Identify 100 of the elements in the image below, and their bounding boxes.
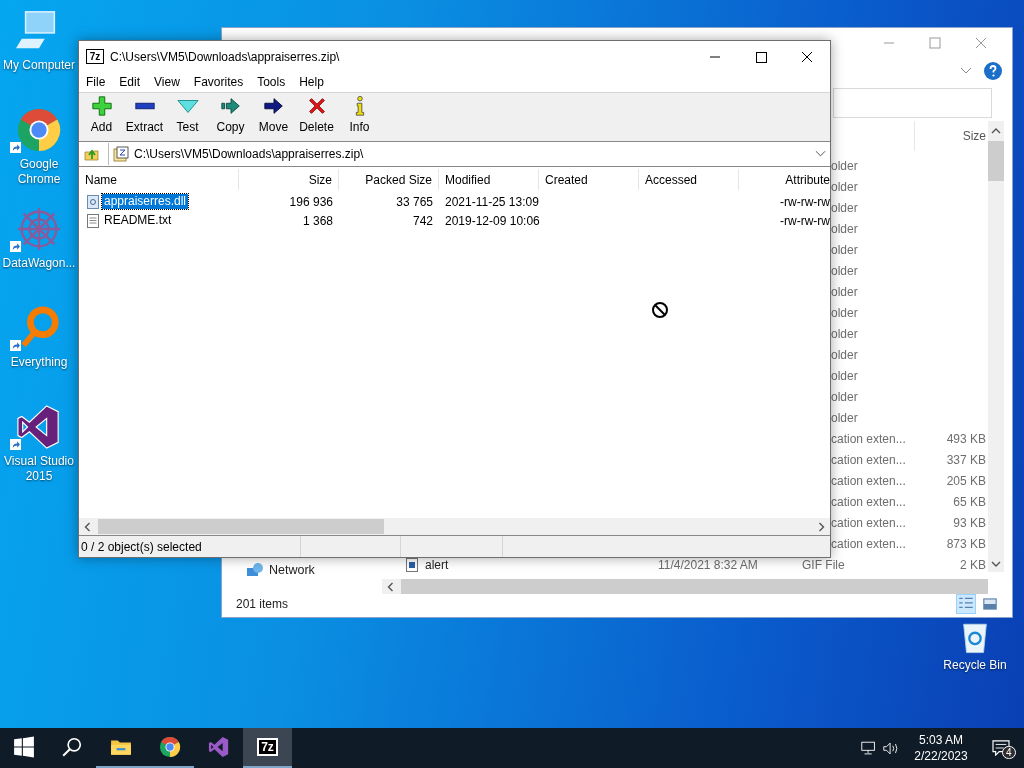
type-cell: GIF File xyxy=(802,557,845,572)
size-cell: 205 KB xyxy=(946,473,986,488)
scrollbar-thumb[interactable] xyxy=(98,519,384,534)
file-name[interactable]: README.txt xyxy=(102,213,174,228)
type-cell: older xyxy=(831,263,858,278)
file-name[interactable]: appraiserres.dll xyxy=(102,194,189,209)
dropdown-icon[interactable] xyxy=(815,150,826,158)
scroll-left-icon[interactable] xyxy=(83,521,92,532)
windows-logo-icon xyxy=(13,736,35,758)
size-cell: 2 KB xyxy=(960,557,986,572)
notification-count: 4 xyxy=(1002,746,1016,759)
taskbar-app[interactable]: 7z xyxy=(243,728,292,768)
add-button[interactable]: Add xyxy=(80,93,123,141)
copy-button[interactable]: Copy xyxy=(209,93,252,141)
menu-item[interactable]: Edit xyxy=(119,73,141,91)
volume-icon[interactable] xyxy=(882,740,900,756)
type-cell: older xyxy=(831,410,858,425)
type-cell: cation exten... xyxy=(831,494,906,509)
help-icon[interactable] xyxy=(984,62,1002,80)
type-cell: older xyxy=(831,368,858,383)
scroll-left-icon[interactable] xyxy=(386,581,395,592)
table-cell: -rw-rw-rw xyxy=(780,194,830,209)
plus-icon xyxy=(90,95,113,117)
type-cell: older xyxy=(831,284,858,299)
menu-item[interactable]: Favorites xyxy=(193,73,244,91)
size-cell: 93 KB xyxy=(953,515,986,530)
type-cell: cation exten... xyxy=(831,473,906,488)
size-cell: 337 KB xyxy=(946,452,986,467)
details-view-icon[interactable] xyxy=(956,594,976,614)
file-name[interactable]: alert xyxy=(425,557,449,572)
column-header[interactable]: Attribute xyxy=(739,169,830,190)
type-cell: older xyxy=(831,242,858,257)
scroll-down-icon[interactable] xyxy=(991,560,1001,568)
scroll-up-icon[interactable] xyxy=(991,127,1001,135)
type-cell: older xyxy=(831,389,858,404)
archive-icon xyxy=(113,146,129,162)
table-cell: 2021-11-25 13:09 xyxy=(445,194,539,209)
column-header[interactable]: Accessed xyxy=(639,169,739,190)
notifications-icon[interactable] xyxy=(992,740,1010,756)
status-text: 201 items xyxy=(236,597,290,611)
type-cell: cation exten... xyxy=(831,452,906,467)
column-header[interactable]: Size xyxy=(239,169,339,190)
table-cell: 2019-12-09 10:06 xyxy=(445,213,540,228)
arrow-icon xyxy=(219,95,242,117)
table-cell: 33 765 xyxy=(396,194,433,209)
vertical-scrollbar[interactable] xyxy=(988,121,1004,572)
chrome-icon[interactable] xyxy=(16,107,62,153)
visual-studio-icon[interactable] xyxy=(16,404,62,450)
type-cell: cation exten... xyxy=(831,515,906,530)
menu-item[interactable]: File xyxy=(86,73,106,91)
menu-item[interactable]: View xyxy=(154,73,180,91)
test-button[interactable]: Test xyxy=(166,93,209,141)
horizontal-scrollbar[interactable] xyxy=(79,518,830,535)
table-cell: 742 xyxy=(412,213,433,228)
column-header[interactable]: Modified xyxy=(439,169,539,190)
table-cell: 196 936 xyxy=(289,194,333,209)
size-cell: 873 KB xyxy=(946,536,986,551)
text-file-icon xyxy=(87,213,99,228)
address-field[interactable]: C:\Users\VM5\Downloads\appraiserres.zip\ xyxy=(108,143,830,165)
nav-item[interactable]: Network xyxy=(269,563,315,577)
column-header[interactable]: Packed Size xyxy=(339,169,439,190)
type-cell: older xyxy=(831,326,858,341)
window-title: C:\Users\VM5\Downloads\appraiserres.zip\ xyxy=(110,49,340,64)
desktop-icon-label[interactable]: Recycle Bin xyxy=(943,658,1007,673)
clock[interactable]: 5:03 AM 2/22/2023 xyxy=(904,732,978,764)
extract-button[interactable]: Extract xyxy=(123,93,166,141)
column-header[interactable]: Created xyxy=(539,169,639,190)
starburst-icon[interactable] xyxy=(16,206,62,252)
network-icon xyxy=(246,561,264,579)
table-cell: 1 368 xyxy=(302,213,333,228)
address-field[interactable] xyxy=(833,87,992,118)
type-cell: cation exten... xyxy=(831,431,906,446)
move-button[interactable]: Move xyxy=(252,93,295,141)
delete-button[interactable]: Delete xyxy=(295,93,338,141)
date-cell: 11/4/2021 8:32 AM xyxy=(658,557,758,572)
app-logo: 7z xyxy=(86,49,104,64)
menu-item[interactable]: Help xyxy=(299,73,324,91)
menu-item[interactable]: Tools xyxy=(257,73,286,91)
scroll-right-icon[interactable] xyxy=(817,521,826,532)
chevron-icon[interactable] xyxy=(960,67,972,75)
size-cell: 493 KB xyxy=(946,431,986,446)
type-cell: older xyxy=(831,221,858,236)
type-cell: cation exten... xyxy=(831,536,906,551)
prohibited-cursor-icon xyxy=(651,301,669,319)
column-header[interactable]: Name xyxy=(79,169,239,190)
type-cell: older xyxy=(831,179,858,194)
type-cell: older xyxy=(831,305,858,320)
info-button[interactable]: Info xyxy=(338,93,381,141)
network-icon[interactable] xyxy=(860,740,878,756)
visual-studio-icon xyxy=(207,736,230,758)
type-cell: older xyxy=(831,158,858,173)
dll-file-icon xyxy=(87,194,99,209)
status-text: 0 / 2 object(s) selected xyxy=(81,539,202,554)
table-cell: -rw-rw-rw xyxy=(780,213,830,228)
chrome-icon xyxy=(158,736,181,758)
arrow-icon xyxy=(262,95,285,117)
type-cell: older xyxy=(831,347,858,362)
type-cell: older xyxy=(831,200,858,215)
scrollbar-thumb[interactable] xyxy=(988,141,1004,181)
search-icon xyxy=(61,736,83,758)
